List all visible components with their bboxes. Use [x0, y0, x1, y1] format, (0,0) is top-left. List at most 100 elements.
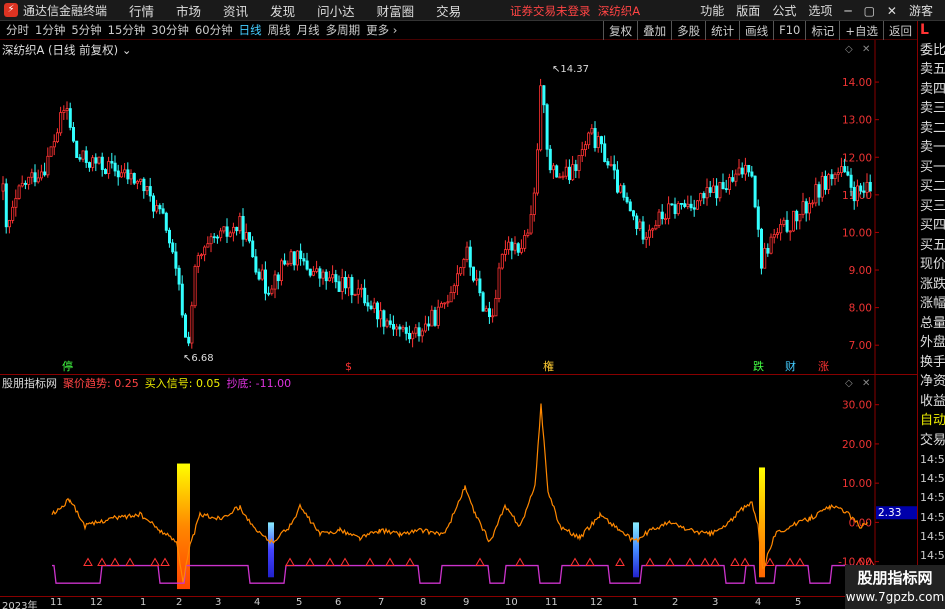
candle-body [286, 263, 290, 266]
period-intraday[interactable]: 分时 [6, 22, 29, 38]
kline-chart[interactable]: 7.008.009.0010.0011.0012.0013.0014.00↖14… [0, 40, 917, 374]
menu-wealth[interactable]: 财富圈 [377, 1, 415, 20]
candle-body [62, 110, 66, 113]
minimize-icon[interactable]: ─ [844, 4, 851, 18]
candle-body [279, 260, 283, 282]
candle-body [116, 170, 120, 178]
candle-body [801, 201, 805, 215]
candle-body [654, 224, 658, 230]
tool-stats[interactable]: 统计 [705, 21, 739, 40]
period-monthly[interactable]: 月线 [297, 22, 320, 38]
trade-login-notice[interactable]: 证券交易未登录 深纺织A [510, 3, 640, 19]
panel-item: 卖五 [920, 62, 945, 77]
candle-body [299, 250, 303, 260]
candle-body [635, 215, 639, 229]
candle-body [529, 214, 533, 234]
date-label: 3 [712, 597, 719, 608]
menu-quotes[interactable]: 行情 [129, 1, 154, 20]
tool-add-watch[interactable]: +自选 [839, 21, 883, 40]
candle-body [820, 175, 824, 198]
tick-time: 14:56 [920, 453, 945, 466]
tool-draw[interactable]: 画线 [739, 21, 773, 40]
candle-body [516, 243, 520, 253]
candle-body [603, 143, 607, 162]
period-more[interactable]: 更多 › [366, 22, 397, 38]
menu-ask[interactable]: 问小达 [317, 1, 355, 20]
candle-body [715, 185, 719, 199]
tool-back[interactable]: 返回 [883, 21, 917, 40]
candle-body [721, 182, 725, 190]
candle-body [651, 228, 655, 231]
close-icon[interactable]: ✕ [887, 4, 897, 18]
candle-body [584, 144, 588, 151]
period-daily[interactable]: 日线 [239, 22, 262, 38]
candle-body [123, 169, 127, 174]
candle-body [689, 203, 693, 209]
date-label: 7 [378, 597, 385, 608]
menu-trade[interactable]: 交易 [436, 1, 461, 20]
menu-layout[interactable]: 版面 [736, 2, 760, 19]
buy-legend: 买入信号: 0.05 [144, 377, 221, 390]
diamond-icon: ◇ [845, 44, 853, 55]
trade-label[interactable]: 交易 [918, 431, 945, 451]
candle-body [17, 185, 21, 199]
date-label: 11 [50, 597, 63, 608]
period-weekly[interactable]: 周线 [268, 22, 291, 38]
title-bar: ⚡ 通达信金融终端 行情 市场 资讯 发现 问小达 财富圈 交易 证券交易未登录… [0, 0, 945, 21]
indicator-svg: -10.000.0010.0020.0030.002.33◇ ✕ [0, 375, 918, 597]
candle-body [452, 285, 456, 293]
candle-body [155, 205, 159, 212]
title-right: 功能 版面 公式 选项 ─ ▢ ✕ 游客 [700, 0, 945, 21]
current-value-label: 2.33 [878, 507, 901, 519]
dropdown-icon[interactable]: ⌄ [122, 43, 132, 57]
panel-top[interactable]: L [918, 21, 945, 41]
candle-body [731, 177, 735, 182]
tool-adjust[interactable]: 复权 [603, 21, 637, 40]
candle-body [81, 150, 85, 160]
menu-function[interactable]: 功能 [700, 2, 724, 19]
candle-body [203, 246, 207, 256]
indicator-name[interactable]: 股朋指标网 [2, 375, 57, 391]
auto-label[interactable]: 自动 [918, 411, 945, 431]
menu-discover[interactable]: 发现 [270, 1, 295, 20]
candle-body [648, 229, 652, 238]
period-1min[interactable]: 1分钟 [35, 22, 65, 38]
candle-body [753, 175, 757, 208]
menu-formula[interactable]: 公式 [772, 2, 796, 19]
event-tag: 権 [543, 359, 554, 373]
tool-mark[interactable]: 标记 [805, 21, 839, 40]
candle-body [337, 281, 341, 292]
candle-body [404, 327, 408, 334]
candle-body [340, 277, 344, 292]
period-15min[interactable]: 15分钟 [108, 22, 146, 38]
candle-body [804, 201, 808, 214]
candle-body [324, 271, 328, 282]
period-30min[interactable]: 30分钟 [151, 22, 189, 38]
tool-multistock[interactable]: 多股 [671, 21, 705, 40]
menu-news[interactable]: 资讯 [223, 1, 248, 20]
user-label[interactable]: 游客 [909, 2, 933, 19]
candle-body [167, 229, 171, 244]
period-60min[interactable]: 60分钟 [195, 22, 233, 38]
maximize-icon[interactable]: ▢ [864, 4, 875, 18]
tool-overlay[interactable]: 叠加 [637, 21, 671, 40]
tool-f10[interactable]: F10 [773, 21, 805, 40]
panel-item: 卖三 [920, 101, 945, 116]
panel-item: 卖一 [920, 140, 945, 155]
candle-body [558, 176, 562, 179]
indicator-bg [0, 375, 917, 597]
menu-market[interactable]: 市场 [176, 1, 201, 20]
candle-body [164, 212, 168, 231]
candle-body [628, 201, 632, 212]
candle-body [11, 206, 15, 221]
menu-options[interactable]: 选项 [808, 2, 832, 19]
panel-item: 卖四 [920, 81, 945, 97]
candle-body [190, 305, 194, 344]
period-5min[interactable]: 5分钟 [71, 22, 101, 38]
candle-body [491, 315, 495, 318]
indicator-chart[interactable]: -10.00 0.00 10.00 20.00 30.00 2.33 ◇ ✕ 股朋指标网 聚价… [0, 374, 918, 597]
candle-body [104, 169, 108, 174]
candle-body [561, 175, 565, 178]
period-multi[interactable]: 多周期 [326, 22, 361, 38]
candle-body [385, 320, 389, 327]
